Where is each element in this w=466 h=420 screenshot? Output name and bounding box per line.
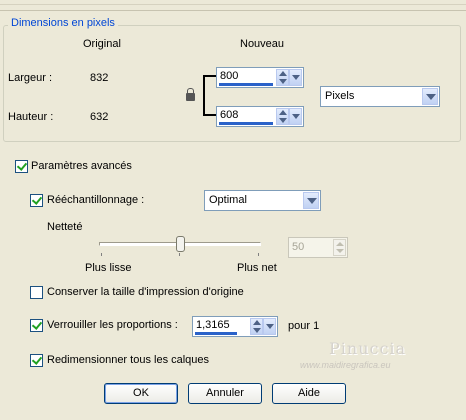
units-value: Pixels <box>325 90 355 102</box>
resample-method-value: Optimal <box>209 194 247 206</box>
sharpness-max-label: Plus net <box>237 262 277 274</box>
ratio-spin-arrows-icon[interactable] <box>250 318 263 335</box>
sharpness-spinner: 50 <box>288 237 348 258</box>
slider-tick <box>179 253 180 256</box>
help-button[interactable]: Aide <box>272 383 346 404</box>
sharpness-label: Netteté <box>47 221 83 233</box>
column-original: Original <box>83 38 121 50</box>
width-slider-bar <box>219 83 273 86</box>
units-select[interactable]: Pixels <box>320 86 440 107</box>
link-bracket <box>203 75 216 116</box>
lock-ratio-checkbox[interactable] <box>30 319 43 332</box>
resize-layers-label: Redimensionner tous les calques <box>47 354 210 366</box>
ratio-slider-bar <box>195 332 237 335</box>
height-dropdown-icon[interactable] <box>289 108 302 125</box>
advanced-label: Paramètres avancés <box>31 160 132 172</box>
ratio-spinner[interactable]: 1,3165 <box>192 316 278 337</box>
width-value: 800 <box>220 70 239 82</box>
height-value: 608 <box>220 109 239 121</box>
group-title: Dimensions en pixels <box>8 17 118 29</box>
sharpness-min-label: Plus lisse <box>85 262 132 274</box>
keep-print-size-label: Conserver la taille d'impression d'origi… <box>47 286 244 298</box>
width-spinner[interactable]: 800 <box>216 67 304 88</box>
ratio-value: 1,3165 <box>196 319 230 331</box>
height-label: Hauteur : <box>8 111 54 123</box>
sharpness-spin-arrows-icon <box>333 239 346 256</box>
cancel-button[interactable]: Annuler <box>188 383 262 404</box>
sharpness-slider-thumb[interactable] <box>176 236 185 252</box>
slider-tick <box>258 253 259 256</box>
ratio-suffix: pour 1 <box>288 320 320 332</box>
sharpness-value: 50 <box>292 241 305 253</box>
height-original: 632 <box>90 111 109 123</box>
width-dropdown-icon[interactable] <box>289 69 302 86</box>
keep-print-size-checkbox[interactable] <box>30 286 43 299</box>
resample-method-select[interactable]: Optimal <box>204 190 321 211</box>
advanced-checkbox[interactable] <box>15 160 28 173</box>
slider-tick <box>101 253 102 256</box>
width-original: 832 <box>90 72 109 84</box>
watermark-url: www.maidiregrafica.eu <box>300 360 391 370</box>
height-spin-arrows-icon[interactable] <box>276 108 289 125</box>
resample-label: Rééchantillonnage : <box>47 194 145 206</box>
top-panel-edge <box>0 0 466 11</box>
column-new: Nouveau <box>240 38 285 50</box>
width-spin-arrows-icon[interactable] <box>276 69 289 86</box>
lock-icon <box>186 88 195 101</box>
ok-button[interactable]: OK <box>104 383 178 404</box>
width-label: Largeur : <box>8 72 53 84</box>
chevron-down-icon[interactable] <box>303 192 319 209</box>
resize-layers-checkbox[interactable] <box>30 354 43 367</box>
ratio-dropdown-icon[interactable] <box>263 318 276 335</box>
lock-ratio-label: Verrouiller les proportions : <box>47 319 178 331</box>
height-slider-bar <box>219 122 273 125</box>
height-spinner[interactable]: 608 <box>216 106 304 127</box>
chevron-down-icon[interactable] <box>422 88 438 105</box>
watermark-name: Pinuccia <box>329 339 407 358</box>
resample-checkbox[interactable] <box>30 194 43 207</box>
